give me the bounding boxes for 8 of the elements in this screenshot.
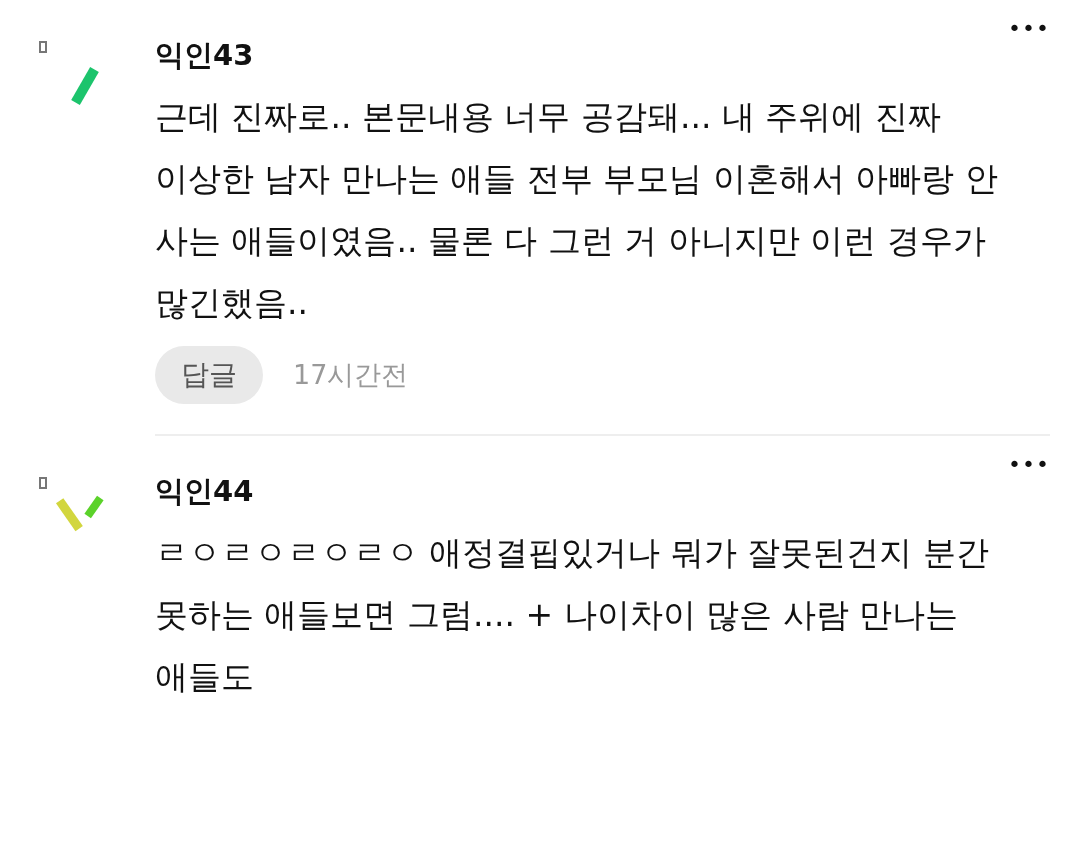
username: 익인43 — [155, 37, 254, 74]
timestamp: 17시간전 — [293, 358, 409, 392]
more-options-button[interactable]: ••• — [1008, 452, 1050, 477]
comment-text: ㄹㅇㄹㅇㄹㅇㄹㅇ 애정결핍있거나 뭐가 잘못된건지 분간 못하는 애들보면 그럼.... + 나이차이 많은 사람 만나는 애들도 — [155, 532, 990, 698]
username: 익인44 — [155, 473, 254, 510]
reply-button[interactable]: 답글 — [155, 346, 263, 404]
comment-text: 근데 진짜로.. 본문내용 너무 공감돼... 내 주위에 진짜 이상한 남자 만나는 애들 전부 부모님 이혼해서 아빠랑 안 사는 애들이였음.. 물론 다 그런 거 아니지만 이런 경우가 많긴했음.. — [155, 96, 999, 324]
more-options-button[interactable]: ••• — [1008, 16, 1050, 41]
